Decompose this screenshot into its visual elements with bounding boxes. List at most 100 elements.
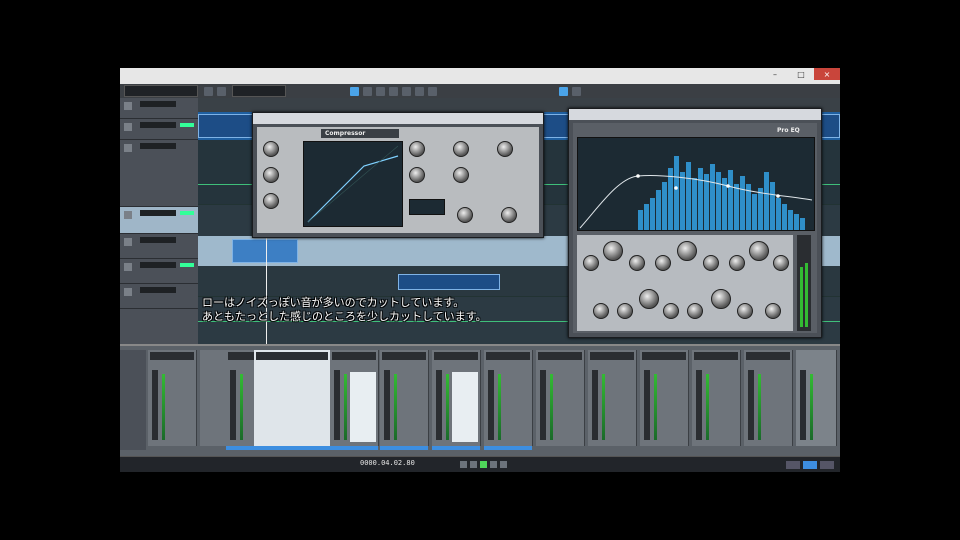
band2-q-knob[interactable]: [703, 255, 719, 271]
edit-view-button[interactable]: [786, 461, 800, 469]
channel-fader[interactable]: [644, 370, 650, 440]
toolbar-button[interactable]: [204, 86, 213, 96]
band5-gain-knob[interactable]: [711, 289, 731, 309]
track-name[interactable]: [140, 210, 176, 216]
record-icon[interactable]: [490, 461, 497, 468]
insert-slot[interactable]: [150, 352, 194, 360]
channel-strip[interactable]: [536, 350, 585, 446]
track-name[interactable]: [140, 287, 176, 293]
channel-fader[interactable]: [748, 370, 754, 440]
insert-slot[interactable]: [332, 352, 376, 360]
band2-freq-knob[interactable]: [655, 255, 671, 271]
band1-gain-knob[interactable]: [603, 241, 623, 261]
mute-button[interactable]: [124, 144, 132, 152]
band5-q-knob[interactable]: [687, 303, 703, 319]
channel-strip[interactable]: [200, 350, 227, 446]
band1-freq-knob[interactable]: [583, 255, 599, 271]
knee-knob[interactable]: [263, 193, 279, 209]
stop-icon[interactable]: [470, 461, 477, 468]
arrow-tool-icon[interactable]: [350, 86, 359, 96]
mute-button[interactable]: [124, 288, 132, 296]
insert-slot[interactable]: [590, 352, 634, 360]
channel-fader[interactable]: [488, 370, 494, 440]
track-name[interactable]: [140, 262, 176, 268]
loop-icon[interactable]: [500, 461, 507, 468]
eraser-tool-icon[interactable]: [389, 86, 398, 96]
browse-view-button[interactable]: [820, 461, 834, 469]
listen-tool-icon[interactable]: [428, 86, 437, 96]
release-knob[interactable]: [453, 141, 469, 157]
channel-strip[interactable]: [588, 350, 637, 446]
insert-slot[interactable]: [694, 352, 738, 360]
channel-strip[interactable]: [148, 350, 197, 446]
mute-button[interactable]: [124, 102, 132, 110]
track-name[interactable]: [140, 101, 176, 107]
channel-strip[interactable]: [484, 350, 533, 450]
band3-q-knob[interactable]: [773, 255, 789, 271]
channel-fader[interactable]: [152, 370, 158, 440]
channel-strip[interactable]: [640, 350, 689, 446]
track-header[interactable]: [120, 284, 198, 309]
master-strip[interactable]: [796, 350, 837, 446]
mute-button[interactable]: [124, 263, 132, 271]
band6-q-knob[interactable]: [765, 303, 781, 319]
highcut-knob[interactable]: [501, 207, 517, 223]
play-icon[interactable]: [480, 461, 487, 468]
mute-tool-icon[interactable]: [415, 86, 424, 96]
track-name[interactable]: [140, 122, 176, 128]
band4-gain-knob[interactable]: [639, 289, 659, 309]
band6-freq-knob[interactable]: [737, 303, 753, 319]
plugin-title-bar[interactable]: [253, 113, 543, 124]
insert-slot[interactable]: [538, 352, 582, 360]
rewind-icon[interactable]: [460, 461, 467, 468]
quantize-icon[interactable]: [572, 86, 581, 96]
channel-fader[interactable]: [384, 370, 390, 440]
close-icon[interactable]: ×: [814, 68, 840, 80]
toolbar-button[interactable]: [217, 86, 226, 96]
track-header[interactable]: [120, 98, 198, 119]
insert-slot[interactable]: [256, 352, 328, 360]
track-header[interactable]: [120, 259, 198, 284]
compressor-plugin-window[interactable]: Compressor: [252, 112, 544, 238]
track-name[interactable]: [140, 237, 176, 243]
audio-clip[interactable]: [398, 274, 500, 290]
threshold-knob[interactable]: [263, 141, 279, 157]
channel-strip[interactable]: [692, 350, 741, 446]
band2-gain-knob[interactable]: [677, 241, 697, 261]
band3-freq-knob[interactable]: [729, 255, 745, 271]
band5-freq-knob[interactable]: [663, 303, 679, 319]
insert-slot[interactable]: [434, 352, 478, 360]
band4-q-knob[interactable]: [617, 303, 633, 319]
channel-strip[interactable]: [330, 350, 379, 450]
lowcut-knob[interactable]: [457, 207, 473, 223]
mute-button[interactable]: [124, 238, 132, 246]
channel-strip[interactable]: [744, 350, 793, 446]
range-tool-icon[interactable]: [363, 86, 372, 96]
track-header-selected[interactable]: [120, 207, 198, 234]
mute-button[interactable]: [124, 211, 132, 219]
insert-slot[interactable]: [382, 352, 426, 360]
track-header[interactable]: [120, 140, 198, 207]
insert-slot[interactable]: [642, 352, 686, 360]
channel-fader[interactable]: [540, 370, 546, 440]
channel-strip[interactable]: [254, 350, 331, 450]
channel-fader[interactable]: [334, 370, 340, 440]
channel-strip[interactable]: [432, 350, 481, 450]
channel-fader[interactable]: [230, 370, 236, 440]
track-header[interactable]: [120, 234, 198, 259]
track-header[interactable]: [120, 119, 198, 140]
minimize-icon[interactable]: –: [762, 68, 788, 80]
ratio-knob[interactable]: [263, 167, 279, 183]
channel-fader[interactable]: [436, 370, 442, 440]
song-name-field[interactable]: [124, 85, 198, 97]
mute-button[interactable]: [124, 123, 132, 131]
channel-strip[interactable]: [380, 350, 429, 450]
gain-knob[interactable]: [497, 141, 513, 157]
band3-gain-knob[interactable]: [749, 241, 769, 261]
attack-knob[interactable]: [409, 141, 425, 157]
insert-slot[interactable]: [746, 352, 790, 360]
position-field[interactable]: [232, 85, 286, 97]
mix-knob[interactable]: [453, 167, 469, 183]
master-fader[interactable]: [800, 370, 806, 440]
band1-q-knob[interactable]: [629, 255, 645, 271]
